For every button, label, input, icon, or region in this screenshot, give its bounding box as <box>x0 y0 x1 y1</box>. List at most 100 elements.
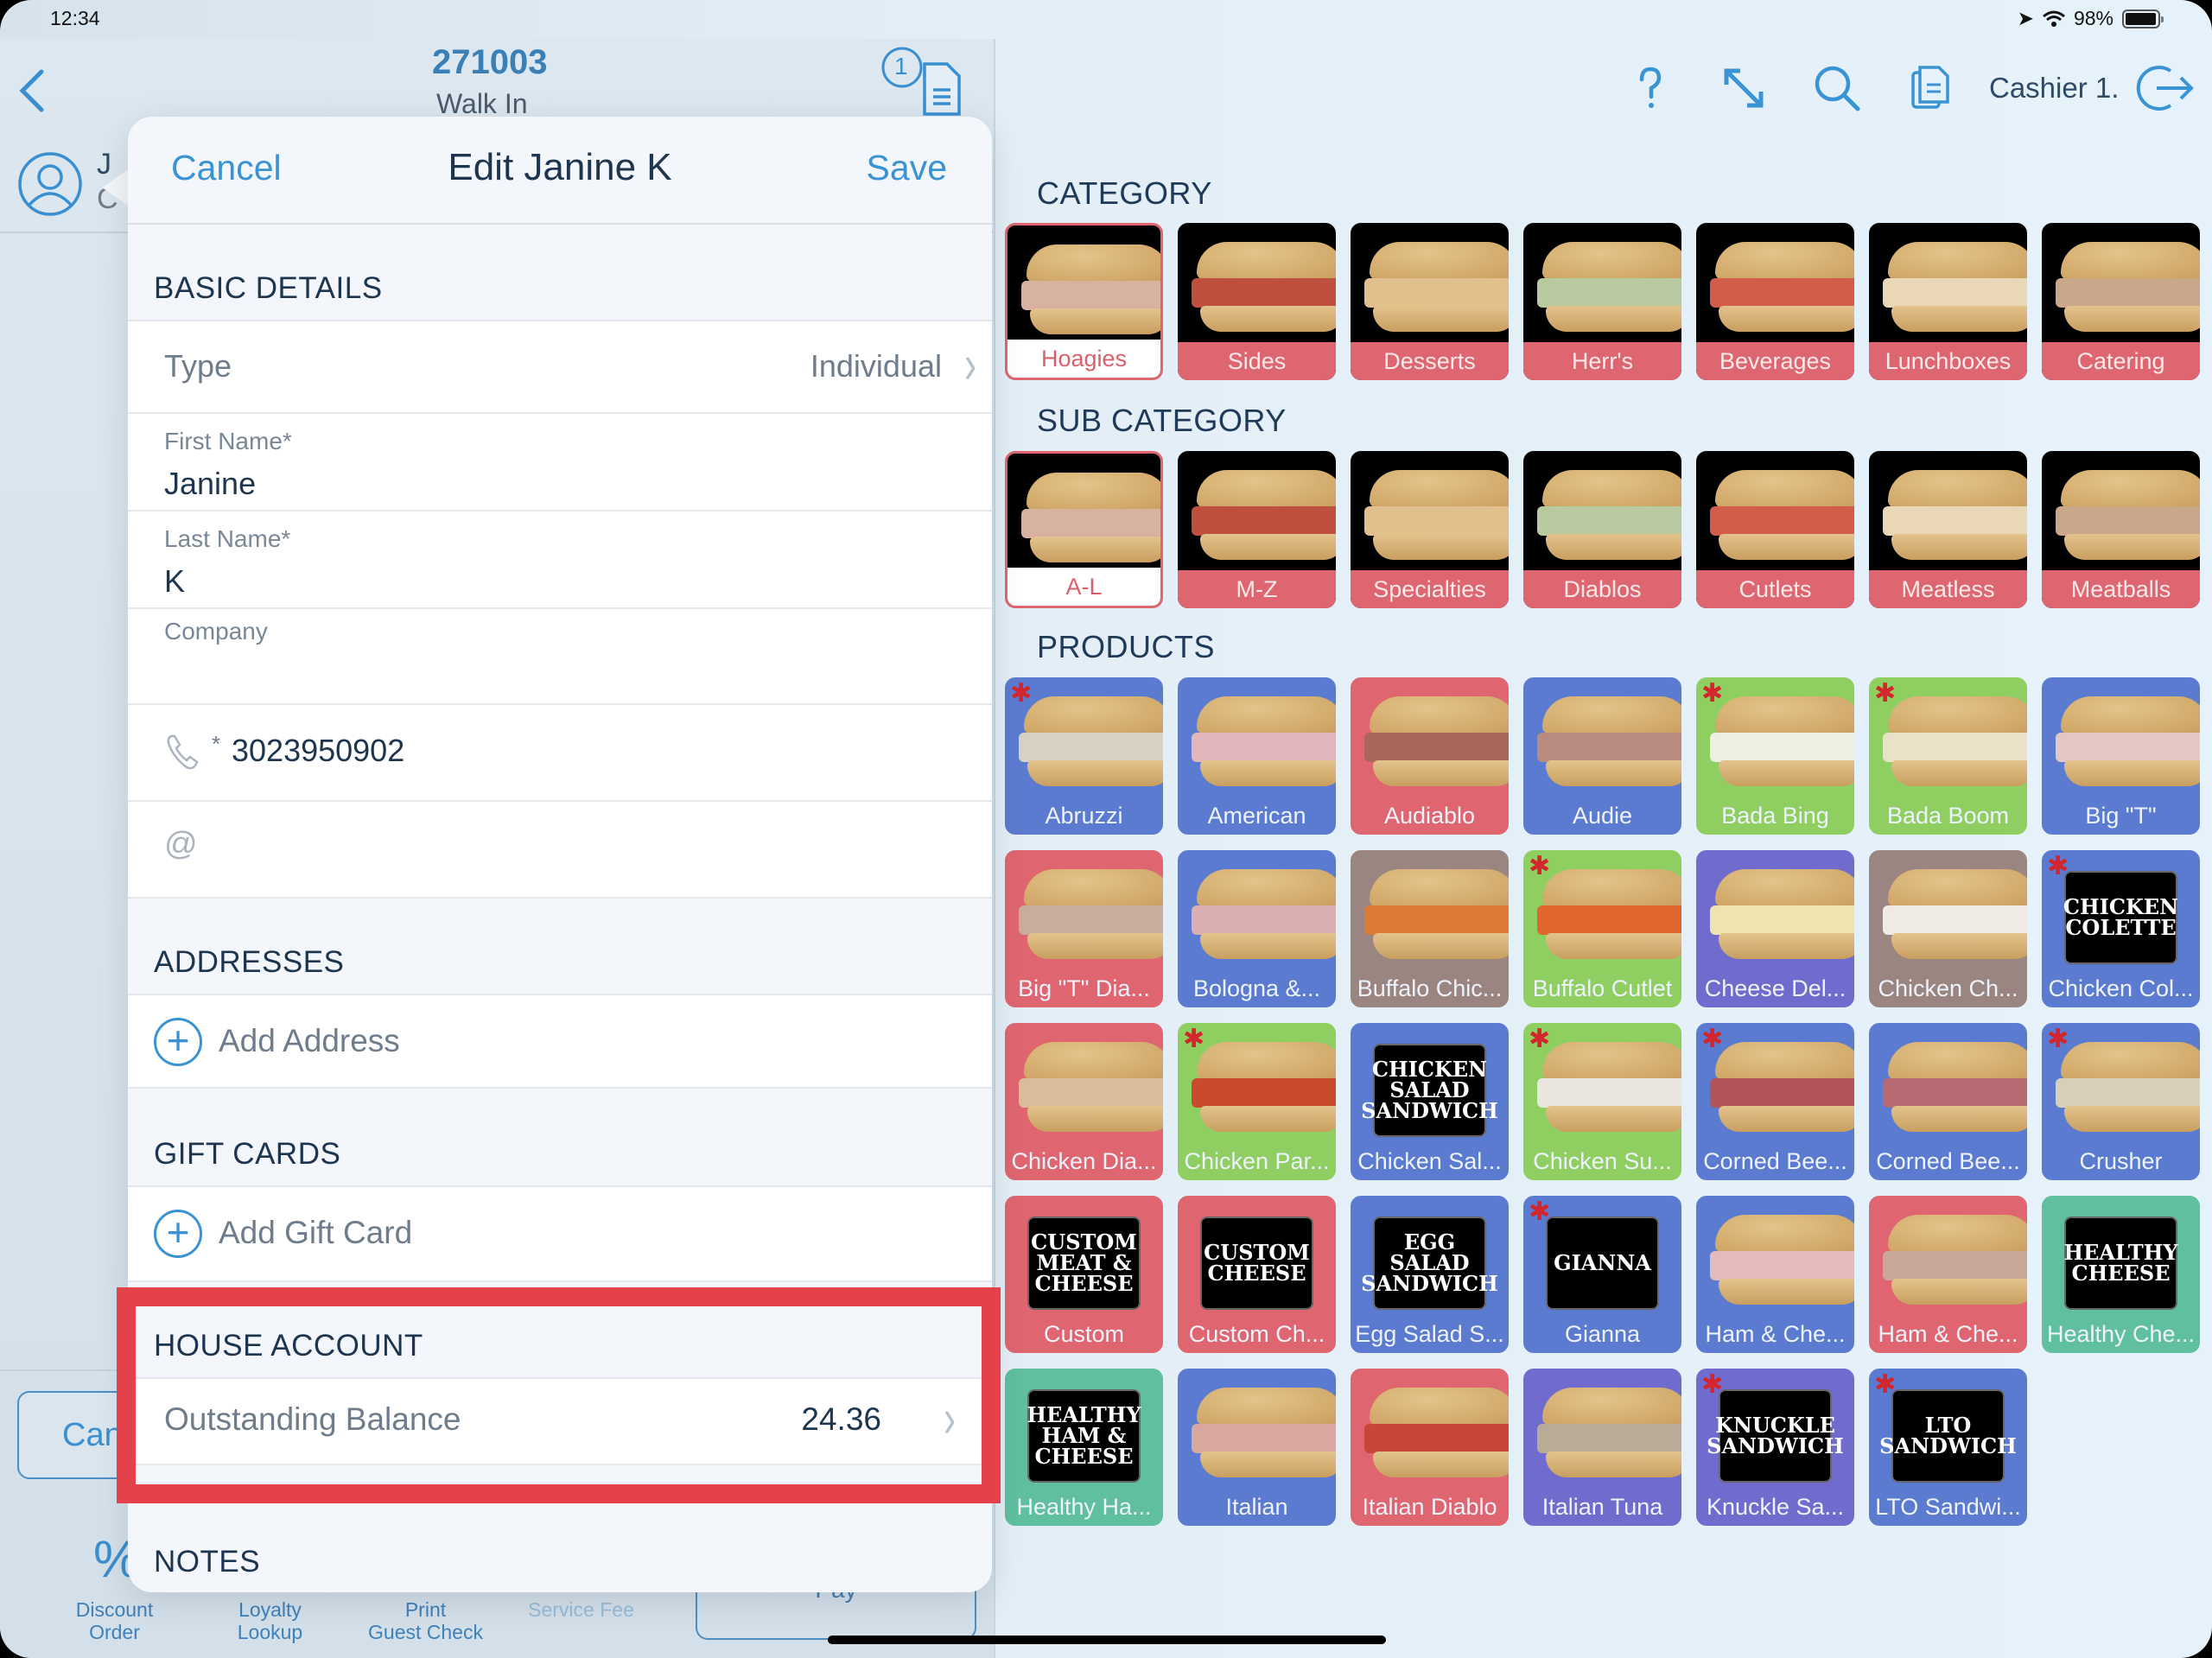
sandwich-image <box>1364 869 1509 964</box>
type-selector[interactable]: Type Individual › <box>128 321 992 414</box>
category-tile-catering[interactable]: Catering <box>2042 223 2200 380</box>
email-field[interactable]: @ <box>128 802 992 899</box>
add-gift-card-button[interactable]: + Add Gift Card <box>128 1187 992 1282</box>
expand-button[interactable] <box>1718 62 1770 114</box>
product-tile-american[interactable]: American <box>1178 677 1336 835</box>
category-tile-hoagies[interactable]: Hoagies <box>1005 223 1163 380</box>
sandwich-image <box>2056 696 2200 791</box>
phone-field[interactable]: * 3023950902 <box>128 705 992 802</box>
product-tile-egg-salad-s[interactable]: EGG SALAD SANDWICH Egg Salad S... <box>1351 1196 1509 1353</box>
product-image <box>1178 677 1336 798</box>
last-name-input[interactable]: K <box>164 563 185 600</box>
outstanding-balance-label: Outstanding Balance <box>164 1401 461 1437</box>
product-tile-knuckle-sa[interactable]: ✱ KNUCKLE SANDWICH Knuckle Sa... <box>1696 1369 1854 1526</box>
product-image: CUSTOM MEAT & CHEESE <box>1005 1196 1163 1317</box>
featured-asterisk-icon: ✱ <box>1701 1025 1724 1053</box>
home-indicator[interactable] <box>828 1636 1386 1644</box>
cashier-name[interactable]: Cashier 1. <box>1989 72 2119 105</box>
section-title: BASIC DETAILS <box>154 271 383 305</box>
category-image <box>1696 223 1854 342</box>
product-tile-buffalo-chic[interactable]: Buffalo Chic... <box>1351 850 1509 1007</box>
product-image <box>1351 1369 1509 1490</box>
sandwich-image <box>2056 470 2200 565</box>
product-tile-big-t[interactable]: Big "T" <box>2042 677 2200 835</box>
featured-asterisk-icon: ✱ <box>1874 1370 1897 1399</box>
battery-percent: 98% <box>2073 7 2113 29</box>
tickets-button[interactable]: 1 <box>880 45 969 116</box>
save-button[interactable]: Save <box>867 148 947 188</box>
product-tile-big-t-dia[interactable]: Big "T" Dia... <box>1005 850 1163 1007</box>
category-heading: CATEGORY <box>1037 175 1212 211</box>
product-image <box>1869 1023 2027 1144</box>
product-tile-chicken-su[interactable]: ✱ Chicken Su... <box>1523 1023 1681 1180</box>
add-address-button[interactable]: + Add Address <box>128 995 992 1089</box>
back-button[interactable] <box>16 65 50 117</box>
sandwich-image <box>1537 1388 1681 1483</box>
product-tile-ham-che[interactable]: Ham & Che... <box>1869 1196 2027 1353</box>
category-label: Sides <box>1178 342 1336 380</box>
product-tile-custom[interactable]: CUSTOM MEAT & CHEESE Custom <box>1005 1196 1163 1353</box>
product-tile-chicken-par[interactable]: ✱ Chicken Par... <box>1178 1023 1336 1180</box>
product-tile-gianna[interactable]: ✱ GIANNA Gianna <box>1523 1196 1681 1353</box>
sandwich-image <box>1021 473 1160 568</box>
subcategory-tile-cutlets[interactable]: Cutlets <box>1696 451 1854 608</box>
product-tile-ham-che[interactable]: Ham & Che... <box>1696 1196 1854 1353</box>
product-tile-bada-bing[interactable]: ✱ Bada Bing <box>1696 677 1854 835</box>
section-spacer <box>128 1465 992 1495</box>
product-tile-cheese-del[interactable]: Cheese Del... <box>1696 850 1854 1007</box>
product-label: Corned Bee... <box>1876 1148 2020 1174</box>
category-tile-lunchboxes[interactable]: Lunchboxes <box>1869 223 2027 380</box>
subcategory-tile-m-z[interactable]: M-Z <box>1178 451 1336 608</box>
product-tile-corned-bee[interactable]: ✱ Corned Bee... <box>1696 1023 1854 1180</box>
service-fee-button[interactable]: Service Fee <box>518 1598 644 1621</box>
category-tile-herr-s[interactable]: Herr's <box>1523 223 1681 380</box>
product-tile-italian-diablo[interactable]: Italian Diablo <box>1351 1369 1509 1526</box>
subcategory-label: Diablos <box>1523 570 1681 608</box>
product-tile-corned-bee[interactable]: Corned Bee... <box>1869 1023 2027 1180</box>
order-type[interactable]: Walk In <box>436 88 528 120</box>
help-button[interactable] <box>1624 62 1676 114</box>
product-tile-audiablo[interactable]: Audiablo <box>1351 677 1509 835</box>
company-field[interactable]: Company <box>128 609 992 705</box>
search-button[interactable] <box>1811 62 1863 114</box>
product-label: Chicken Su... <box>1533 1148 1672 1174</box>
logout-button[interactable] <box>2136 62 2196 114</box>
first-name-input[interactable]: Janine <box>164 466 256 502</box>
product-tile-chicken-ch[interactable]: Chicken Ch... <box>1869 850 2027 1007</box>
phone-input[interactable]: 3023950902 <box>232 733 404 769</box>
subcategory-tile-meatless[interactable]: Meatless <box>1869 451 2027 608</box>
product-tile-italian[interactable]: Italian <box>1178 1369 1336 1526</box>
product-tile-healthy-che[interactable]: HEALTHY CHEESE Healthy Che... <box>2042 1196 2200 1353</box>
product-tile-bada-boom[interactable]: ✱ Bada Boom <box>1869 677 2027 835</box>
first-name-field[interactable]: First Name* Janine <box>128 414 992 511</box>
sandwich-image <box>1019 696 1163 791</box>
last-name-field[interactable]: Last Name* K <box>128 511 992 609</box>
product-tile-italian-tuna[interactable]: Italian Tuna <box>1523 1369 1681 1526</box>
category-tile-sides[interactable]: Sides <box>1178 223 1336 380</box>
product-tile-healthy-ha[interactable]: HEALTHY HAM & CHEESE Healthy Ha... <box>1005 1369 1163 1526</box>
outstanding-balance-row[interactable]: Outstanding Balance 24.36 › <box>128 1379 992 1465</box>
subcategory-tile-meatballs[interactable]: Meatballs <box>2042 451 2200 608</box>
print-guest-check-button[interactable]: Print Guest Check <box>354 1598 497 1643</box>
subcategory-tile-a-l[interactable]: A-L <box>1005 451 1163 608</box>
product-sign: GIANNA <box>1546 1217 1659 1310</box>
product-tile-audie[interactable]: Audie <box>1523 677 1681 835</box>
product-tile-crusher[interactable]: ✱ Crusher <box>2042 1023 2200 1180</box>
sandwich-image <box>1021 245 1160 340</box>
subcategory-tile-diablos[interactable]: Diablos <box>1523 451 1681 608</box>
product-tile-custom-ch[interactable]: CUSTOM CHEESE Custom Ch... <box>1178 1196 1336 1353</box>
product-tile-chicken-dia[interactable]: Chicken Dia... <box>1005 1023 1163 1180</box>
documents-button[interactable] <box>1906 62 1958 114</box>
subcategory-tile-specialties[interactable]: Specialties <box>1351 451 1509 608</box>
product-tile-bologna[interactable]: Bologna &... <box>1178 850 1336 1007</box>
product-tile-chicken-col[interactable]: ✱ CHICKEN COLETTE Chicken Col... <box>2042 850 2200 1007</box>
product-tile-abruzzi[interactable]: ✱ Abruzzi <box>1005 677 1163 835</box>
product-tile-chicken-sal[interactable]: CHICKEN SALAD SANDWICH Chicken Sal... <box>1351 1023 1509 1180</box>
category-tile-beverages[interactable]: Beverages <box>1696 223 1854 380</box>
customer-avatar[interactable] <box>17 151 83 217</box>
category-tile-desserts[interactable]: Desserts <box>1351 223 1509 380</box>
loyalty-lookup-button[interactable]: Loyalty Lookup <box>216 1598 324 1643</box>
product-tile-lto-sandwi[interactable]: ✱ LTO SANDWICH LTO Sandwi... <box>1869 1369 2027 1526</box>
discount-order-button[interactable]: Discount Order <box>60 1598 168 1643</box>
product-tile-buffalo-cutlet[interactable]: ✱ Buffalo Cutlet <box>1523 850 1681 1007</box>
